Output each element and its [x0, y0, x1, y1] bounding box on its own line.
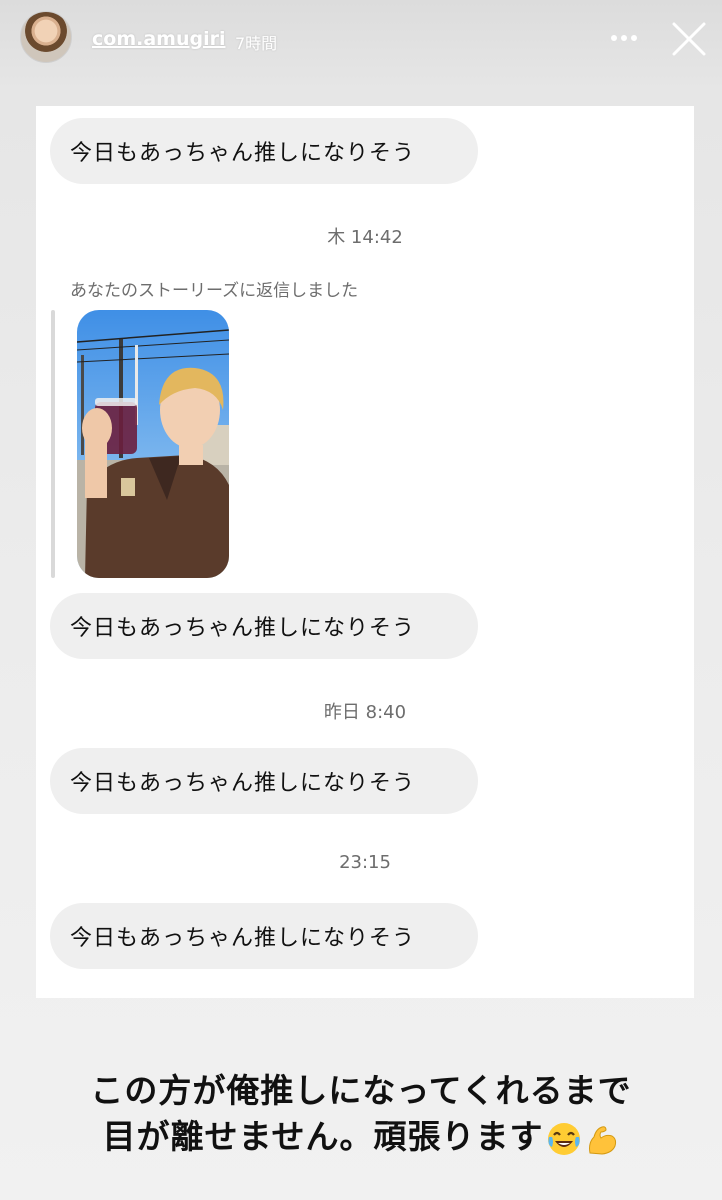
close-icon[interactable] — [670, 20, 708, 58]
reply-quote-bar — [51, 310, 55, 578]
dm-screenshot-panel: 今日もあっちゃん推しになりそう 木 14:42 あなたのストーリーズに返信しまし… — [36, 106, 694, 998]
more-horizontal-icon[interactable] — [608, 24, 640, 52]
flexed-biceps-icon — [588, 1125, 616, 1155]
story-reply-thumbnail[interactable] — [77, 310, 229, 578]
face-with-tears-of-joy-icon — [547, 1122, 580, 1155]
caption-line-1: この方が俺推しになってくれるまで — [90, 1071, 632, 1110]
story-photo — [77, 310, 229, 578]
message-timestamp: 木 14:42 — [327, 227, 403, 248]
avatar[interactable] — [20, 11, 72, 63]
message-timestamp: 23:15 — [339, 852, 391, 873]
message-bubble: 今日もあっちゃん推しになりそう — [50, 748, 478, 814]
story-time-ago: 7時間 — [235, 34, 278, 53]
caption-line-2-wrap: 目が離せません。頑張ります — [0, 1114, 722, 1160]
story-reply-note: あなたのストーリーズに返信しました — [70, 281, 359, 301]
caption-line-2: 目が離せません。頑張ります — [102, 1117, 544, 1156]
username[interactable]: com.amugiri — [92, 28, 225, 50]
story-header: com.amugiri 7時間 — [0, 0, 722, 80]
message-bubble: 今日もあっちゃん推しになりそう — [50, 903, 478, 969]
story-caption: この方が俺推しになってくれるまで 目が離せません。頑張ります — [0, 1068, 722, 1160]
message-bubble: 今日もあっちゃん推しになりそう — [50, 118, 478, 184]
message-bubble: 今日もあっちゃん推しになりそう — [50, 593, 478, 659]
message-timestamp: 昨日 8:40 — [323, 702, 407, 723]
